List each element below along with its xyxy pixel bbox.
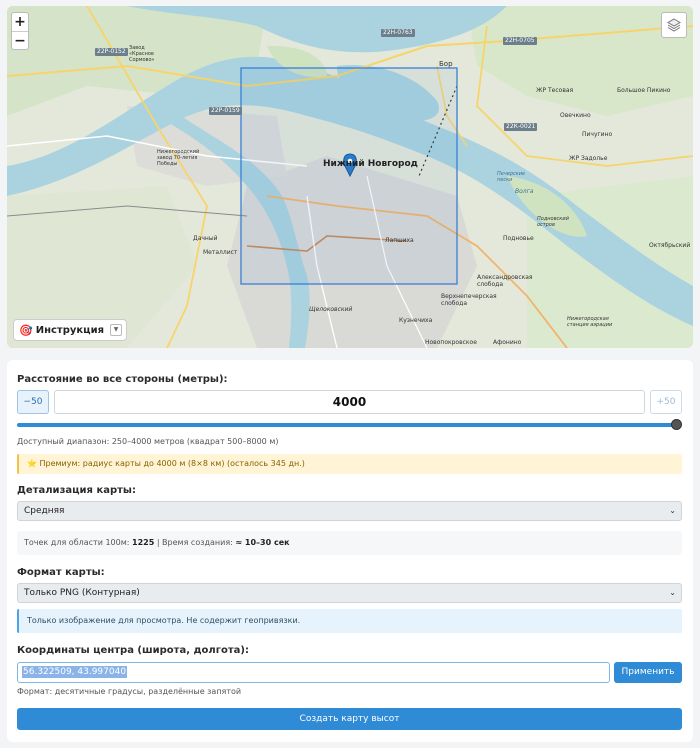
slider-handle[interactable] — [671, 419, 682, 430]
format-info: Только изображение для просмотра. Не сод… — [17, 609, 682, 633]
map-place-label: Овечкино — [560, 112, 591, 119]
distance-slider[interactable] — [17, 423, 679, 427]
map-place-label: Кузнечиха — [399, 317, 433, 324]
road-shield: 22Р-0159 — [209, 107, 242, 115]
map-place-label: Большое Пикино — [617, 87, 671, 94]
format-selected-value: Только PNG (Контурная) — [24, 588, 140, 598]
map-place-label: Нижегородский завод 70-летия Победы — [157, 149, 200, 167]
format-select[interactable]: Только PNG (Контурная) ⌄ — [17, 583, 682, 603]
map-city-label: Нижний Новгород — [323, 159, 418, 169]
format-label: Формат карты: — [17, 567, 105, 578]
stats-points: 1225 — [132, 538, 155, 547]
distance-label: Расстояние во все стороны (метры): — [17, 374, 228, 385]
instruction-button[interactable]: 🎯 Инструкция ▼ — [13, 319, 128, 341]
map-place-label: Афонино — [493, 339, 522, 346]
apply-button[interactable]: Применить — [614, 662, 682, 683]
map-place-label: Металлист — [203, 249, 238, 256]
map-place-label: ЖР Задолье — [569, 155, 608, 162]
chevron-down-icon[interactable]: ▼ — [110, 324, 123, 336]
coords-value: 56.322509, 43.997040 — [22, 666, 128, 678]
increase-button[interactable]: +50 — [650, 390, 682, 414]
map-place-label: Завод «Красное Сормово» — [129, 45, 155, 63]
map-place-label: Волга — [515, 188, 534, 195]
range-hint: Доступный диапазон: 250–4000 метров (ква… — [17, 437, 279, 446]
map-view[interactable]: Нижний Новгород Бор ЖР Тесовая Большое П… — [7, 6, 693, 348]
road-shield: 22Н-0705 — [503, 37, 537, 45]
map-canvas[interactable] — [7, 6, 693, 348]
map-place-label: Октябрьский — [649, 242, 691, 249]
map-place-label: Бор — [439, 60, 453, 68]
road-shield: 22К-0021 — [504, 123, 538, 131]
create-map-button[interactable]: Создать карту высот — [17, 708, 682, 730]
premium-notice: ⭐ Премиум: радиус карты до 4000 м (8×8 к… — [17, 454, 682, 474]
decrease-button[interactable]: −50 — [17, 390, 49, 414]
chevron-down-icon: ⌄ — [669, 506, 676, 515]
target-icon: 🎯 — [19, 323, 33, 337]
map-place-label: Лапшиха — [385, 237, 414, 244]
stats-time: ≈ 10–30 сек — [235, 538, 290, 547]
distance-input[interactable]: 4000 — [54, 390, 645, 414]
chevron-down-icon: ⌄ — [669, 588, 676, 597]
coords-hint: Формат: десятичные градусы, разделённые … — [17, 687, 242, 696]
coords-label: Координаты центра (широта, долгота): — [17, 645, 249, 656]
instruction-label: Инструкция — [35, 324, 105, 336]
detail-selected-value: Средняя — [24, 506, 65, 516]
detail-label: Детализация карты: — [17, 485, 136, 496]
map-place-label: Верхнепечерская слобода — [441, 293, 497, 307]
map-place-label: Дачный — [193, 235, 218, 242]
map-place-label: Щелоковский — [309, 306, 353, 313]
detail-select[interactable]: Средняя ⌄ — [17, 501, 682, 521]
coords-input[interactable]: 56.322509, 43.997040 — [17, 662, 610, 683]
map-place-label: Новопокровское — [425, 339, 477, 346]
stats-box: Точек для области 100м: 1225 | Время соз… — [17, 531, 682, 555]
stats-separator: | Время создания: — [156, 538, 233, 547]
road-shield: 22Р-0152 — [95, 48, 128, 56]
zoom-out-button[interactable]: − — [12, 31, 28, 49]
map-place-label: Печерские пески — [497, 171, 526, 183]
map-place-label: ЖР Тесовая — [536, 87, 574, 94]
layers-icon — [667, 18, 681, 32]
map-place-label: Подновский остров — [537, 216, 569, 228]
zoom-control: + − — [11, 12, 29, 50]
layers-button[interactable] — [661, 12, 687, 38]
map-place-label: Подновье — [503, 235, 534, 242]
settings-panel: Расстояние во все стороны (метры): −50 4… — [7, 360, 693, 742]
stats-prefix: Точек для области 100м: — [24, 538, 130, 547]
map-place-label: Нижегородская станция аэрации — [567, 316, 613, 328]
map-place-label: Александровская слобода — [477, 274, 533, 288]
zoom-in-button[interactable]: + — [12, 13, 28, 31]
map-place-label: Пичугино — [582, 131, 613, 138]
road-shield: 22Н-0763 — [381, 29, 415, 37]
